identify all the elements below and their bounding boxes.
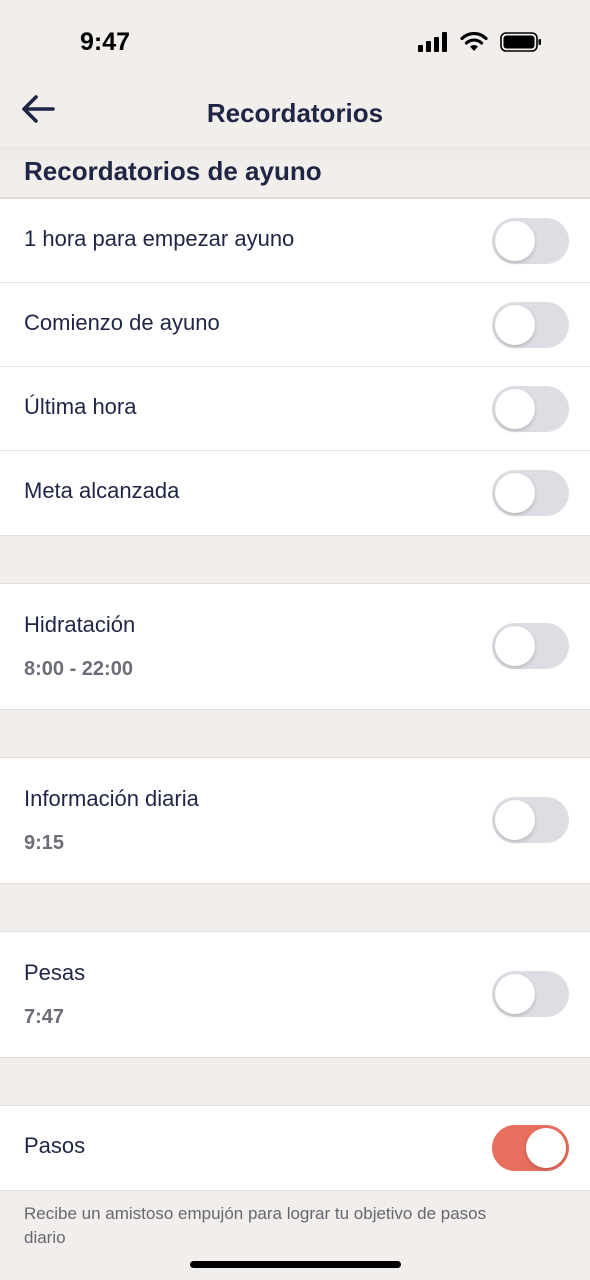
- toggle-knob: [495, 305, 535, 345]
- reminder-label: Meta alcanzada: [24, 478, 180, 503]
- list-item: Pasos: [0, 1106, 590, 1190]
- list-item: Última hora: [0, 367, 590, 451]
- list-item: Pesas 7:47: [0, 932, 590, 1057]
- toggle-fasting-start[interactable]: [492, 302, 569, 348]
- daily-info-label: Información diaria: [24, 786, 199, 811]
- toggle-start-fasting-1h[interactable]: [492, 218, 569, 264]
- status-time: 9:47: [80, 28, 131, 56]
- toggle-knob: [495, 473, 535, 513]
- wifi-icon: [460, 32, 488, 51]
- status-bar: 9:47: [0, 0, 590, 88]
- toggle-daily-info[interactable]: [492, 797, 569, 843]
- status-icons: [418, 32, 542, 52]
- daily-info-time[interactable]: 9:15: [24, 832, 64, 855]
- toggle-knob: [495, 626, 535, 666]
- toggle-knob: [495, 974, 535, 1014]
- toggle-steps[interactable]: [492, 1125, 569, 1171]
- reminder-label: 1 hora para empezar ayuno: [24, 226, 295, 251]
- toggle-weights[interactable]: [492, 971, 569, 1017]
- reminder-label: Última hora: [24, 394, 137, 419]
- steps-description: Recibe un amistoso empujón para lograr t…: [24, 1204, 487, 1247]
- steps-group: Pasos: [0, 1105, 590, 1191]
- list-item: Información diaria 9:15: [0, 758, 590, 883]
- toggle-knob: [495, 221, 535, 261]
- daily-info-group: Información diaria 9:15: [0, 757, 590, 884]
- weights-group: Pesas 7:47: [0, 931, 590, 1058]
- fasting-reminders-group: 1 hora para empezar ayuno Comienzo de ay…: [0, 198, 590, 536]
- list-item: Meta alcanzada: [0, 451, 590, 535]
- signal-icon: [418, 32, 447, 52]
- battery-icon: [500, 32, 541, 52]
- toggle-knob: [495, 389, 535, 429]
- toggle-goal-reached[interactable]: [492, 470, 569, 516]
- page-title: Recordatorios: [206, 98, 384, 128]
- toggle-knob: [526, 1128, 566, 1168]
- hydration-group: Hidratación 8:00 - 22:00: [0, 583, 590, 710]
- weights-label: Pesas: [24, 960, 86, 985]
- list-item: 1 hora para empezar ayuno: [0, 199, 590, 283]
- toggle-knob: [495, 800, 535, 840]
- hydration-label: Hidratación: [24, 612, 136, 637]
- hydration-time[interactable]: 8:00 - 22:00: [24, 658, 133, 681]
- reminder-label: Comienzo de ayuno: [24, 310, 220, 335]
- weights-time[interactable]: 7:47: [24, 1006, 64, 1029]
- section-header-fasting: Recordatorios de ayuno: [0, 146, 590, 198]
- home-indicator[interactable]: [190, 1261, 401, 1268]
- toggle-hydration[interactable]: [492, 623, 569, 669]
- list-item: Hidratación 8:00 - 22:00: [0, 584, 590, 709]
- nav-bar: Recordatorios: [0, 88, 590, 146]
- list-item: Comienzo de ayuno: [0, 283, 590, 367]
- steps-label: Pasos: [24, 1133, 86, 1158]
- toggle-last-hour[interactable]: [492, 386, 569, 432]
- section-title: Recordatorios de ayuno: [24, 156, 322, 186]
